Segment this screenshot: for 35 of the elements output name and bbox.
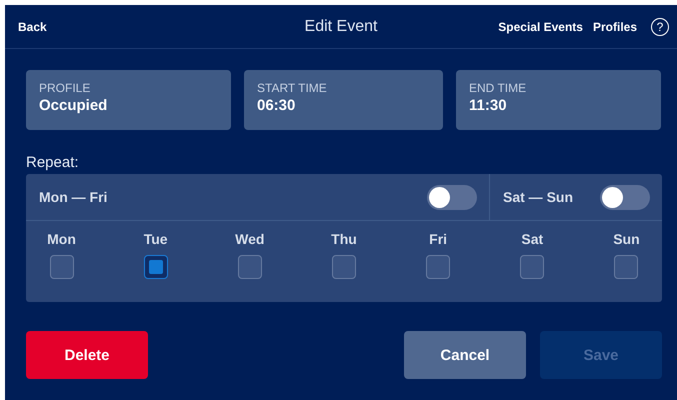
- field-value: 06:30: [257, 97, 296, 114]
- field-value: Occupied: [39, 97, 108, 114]
- field-card[interactable]: PROFILE Occupied: [26, 70, 231, 130]
- field-card[interactable]: START TIME 06:30: [244, 70, 443, 130]
- field-label: PROFILE: [39, 81, 90, 95]
- field-value: 11:30: [469, 97, 507, 114]
- day-label: Sat: [521, 231, 544, 247]
- nav-link[interactable]: Special Events: [498, 20, 583, 34]
- field-card[interactable]: END TIME 11:30: [456, 70, 661, 130]
- toggle-switch[interactable]: [427, 184, 477, 210]
- help-icon[interactable]: ?: [651, 18, 669, 36]
- day-checkbox[interactable]: [332, 255, 356, 279]
- toggle-label: Mon — Fri: [39, 189, 108, 205]
- day-label: Sun: [613, 231, 640, 247]
- toggle-switch[interactable]: [600, 184, 650, 210]
- day-checkbox[interactable]: [238, 255, 262, 279]
- screen-title: Edit Event: [304, 18, 378, 36]
- day-label: Wed: [235, 231, 264, 247]
- toggle-label: Sat — Sun: [503, 189, 574, 205]
- danger-button[interactable]: Delete: [26, 331, 148, 379]
- day-checkbox[interactable]: [144, 255, 168, 279]
- back-link[interactable]: Back: [18, 20, 47, 34]
- nav-link[interactable]: Profiles: [592, 20, 637, 34]
- day-checkbox[interactable]: [426, 255, 450, 279]
- day-checkbox[interactable]: [50, 255, 74, 279]
- day-label: Fri: [429, 231, 448, 247]
- day-label: Tue: [144, 231, 168, 247]
- field-label: START TIME: [257, 81, 327, 95]
- secondary-button[interactable]: Cancel: [404, 331, 526, 379]
- repeat-label: Repeat:: [26, 154, 79, 171]
- day-checkbox[interactable]: [614, 255, 638, 279]
- day-label: Thu: [331, 231, 357, 247]
- field-label: END TIME: [469, 81, 526, 95]
- day-checkbox[interactable]: [520, 255, 544, 279]
- day-label: Mon: [47, 231, 76, 247]
